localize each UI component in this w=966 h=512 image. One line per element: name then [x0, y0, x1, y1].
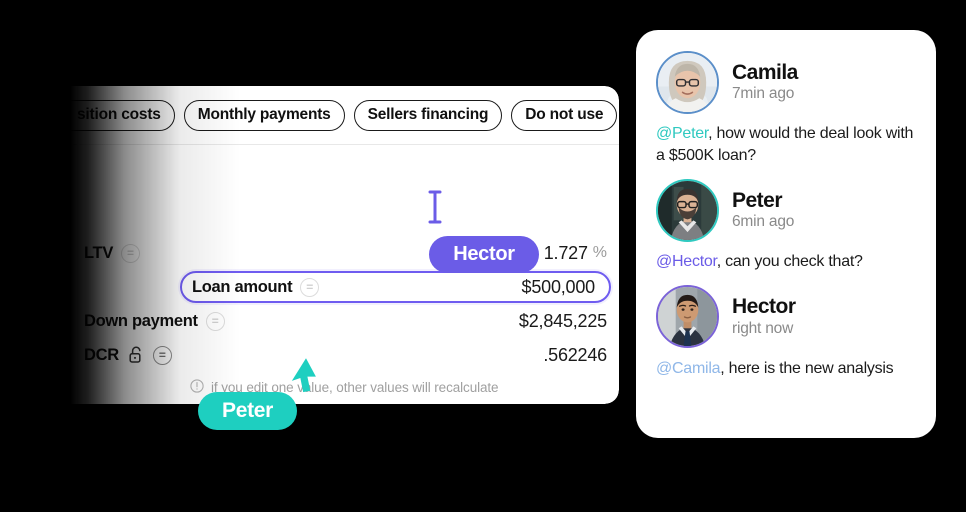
row-label: DCR	[84, 345, 119, 364]
presence-badge-label: Hector	[453, 243, 515, 265]
row-value: $2,845,225	[518, 310, 607, 331]
loan-amount-value[interactable]: $500,000	[522, 277, 596, 298]
comment-author-block: Hector right now	[732, 295, 796, 338]
mention-link[interactable]: @Camila	[656, 360, 721, 377]
equals-circle-icon[interactable]: =	[205, 311, 225, 331]
comment-item[interactable]: Peter 6min ago @Hector, can you check th…	[656, 176, 916, 273]
info-circle-icon	[190, 379, 204, 396]
row-unit: %	[592, 244, 607, 261]
peter-avatar[interactable]	[656, 178, 719, 242]
tab-label: Monthly payments	[197, 106, 331, 123]
tab-label: Sellers financing	[367, 106, 489, 123]
comment-timestamp: 6min ago	[732, 212, 795, 230]
comment-text-rest: , can you check that?	[716, 253, 863, 271]
row-value: 1.727	[543, 242, 588, 263]
equals-circle-icon[interactable]: =	[300, 277, 320, 297]
comment-header: Peter 6min ago	[656, 176, 916, 244]
comment-timestamp: 7min ago	[732, 84, 795, 102]
tab-acquisition-costs[interactable]: sition costs	[70, 99, 175, 131]
row-value: .562246	[543, 344, 607, 365]
tab-do-not-use[interactable]: Do not use	[511, 99, 618, 131]
screenshot-root: sition costs Monthly payments Sellers fi…	[0, 0, 966, 512]
comment-text: @Peter, how would the deal look with a $…	[656, 123, 916, 166]
comment-author-name: Camila	[732, 60, 798, 84]
row-label: Down payment	[84, 311, 198, 330]
presence-badge-label: Peter	[222, 399, 274, 422]
presence-badge-peter[interactable]: Peter	[198, 392, 298, 430]
unlock-icon[interactable]	[128, 345, 145, 365]
hector-avatar[interactable]	[656, 285, 719, 349]
tab-monthly-payments[interactable]: Monthly payments	[183, 99, 345, 131]
row-label: LTV	[84, 243, 114, 262]
comment-timestamp: right now	[732, 319, 794, 337]
mention-link[interactable]: @Hector	[656, 253, 717, 270]
row-loan-amount[interactable]: Loan amount = $500,000	[180, 271, 611, 303]
comment-text: @Hector, can you check that?	[656, 251, 916, 273]
row-label: Loan amount	[192, 277, 293, 296]
tab-chip-row: sition costs Monthly payments Sellers fi…	[70, 98, 619, 132]
presence-badge-hector[interactable]: Hector	[429, 236, 539, 273]
tab-label: sition costs	[77, 106, 161, 123]
camila-avatar[interactable]	[656, 50, 719, 114]
comment-item[interactable]: Camila 7min ago @Peter, how would the de…	[656, 48, 916, 166]
comment-author-block: Peter 6min ago	[732, 189, 794, 232]
comment-header: Camila 7min ago	[656, 48, 916, 116]
comment-author-block: Camila 7min ago	[732, 61, 798, 104]
header-divider	[70, 144, 619, 145]
equals-circle-icon[interactable]: =	[152, 345, 172, 365]
row-dcr[interactable]: DCR = .562246	[84, 340, 607, 370]
comment-text-rest: , here is the new analysis	[720, 359, 894, 377]
comment-text: @Camila, here is the new analysis	[656, 358, 916, 380]
comment-author-name: Peter	[732, 188, 783, 212]
arrow-pointer-icon	[288, 356, 328, 401]
tab-label: Do not use	[525, 106, 604, 123]
tab-sellers-financing[interactable]: Sellers financing	[353, 99, 503, 131]
row-down-payment[interactable]: Down payment = $2,845,225	[84, 306, 607, 336]
equals-circle-icon[interactable]: =	[121, 243, 141, 263]
comment-header: Hector right now	[656, 283, 916, 351]
comments-panel: Camila 7min ago @Peter, how would the de…	[636, 30, 936, 438]
comment-item[interactable]: Hector right now @Camila, here is the ne…	[656, 283, 916, 380]
comment-author-name: Hector	[732, 295, 796, 319]
mention-link[interactable]: @Peter	[656, 125, 708, 142]
